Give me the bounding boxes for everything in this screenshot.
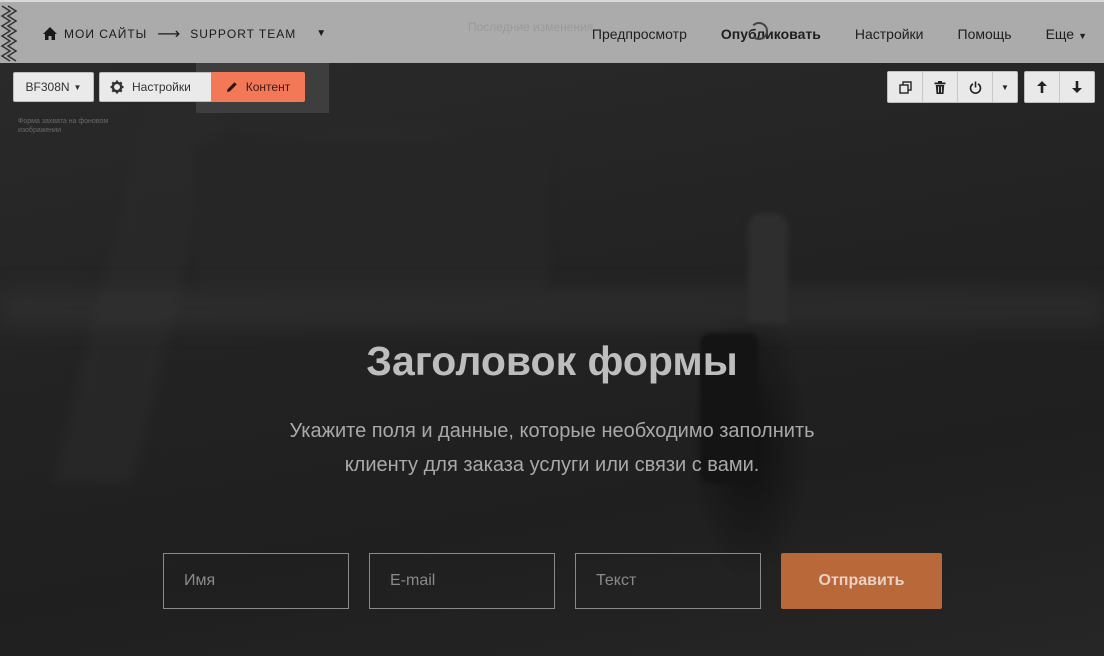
block-settings-label: Настройки — [132, 80, 191, 94]
move-block-down-button[interactable] — [1060, 72, 1094, 102]
breadcrumb-arrow-icon: ⟶ — [157, 25, 181, 43]
help-link[interactable]: Помощь — [941, 26, 1029, 42]
gear-icon — [110, 80, 124, 94]
arrow-up-icon — [1037, 81, 1047, 93]
name-input[interactable] — [163, 553, 349, 609]
duplicate-block-button[interactable] — [888, 72, 923, 102]
top-bar: МОИ САЙТЫ ⟶ SUPPORT TEAM ▼ Последние изм… — [0, 0, 1104, 63]
block-id-label: BF308N — [25, 80, 70, 94]
preview-link[interactable]: Предпросмотр — [575, 26, 704, 42]
move-block-up-button[interactable] — [1025, 72, 1060, 102]
move-block-group — [1024, 71, 1095, 103]
copy-icon — [898, 80, 912, 94]
chevron-down-icon: ▼ — [1001, 82, 1009, 92]
trash-icon — [934, 80, 946, 94]
more-menu-label: Еще — [1045, 25, 1075, 42]
block-id-dropdown[interactable]: BF308N ▼ — [13, 72, 94, 102]
form-subtitle[interactable]: Укажите поля и данные, которые необходим… — [252, 414, 852, 482]
background-box-shape — [195, 141, 550, 291]
home-icon[interactable] — [42, 26, 58, 41]
form-title[interactable]: Заголовок формы — [0, 338, 1104, 385]
breadcrumb-current-site[interactable]: SUPPORT TEAM — [190, 27, 296, 41]
more-menu[interactable]: Еще ▼ — [1029, 26, 1104, 42]
block-settings-button[interactable]: Настройки — [99, 72, 211, 102]
toggle-block-button[interactable] — [958, 72, 993, 102]
breadcrumb: МОИ САЙТЫ ⟶ SUPPORT TEAM ▼ — [42, 2, 326, 65]
text-input[interactable] — [575, 553, 761, 609]
block-caption: Форма захвата на фоновом изображении — [18, 118, 109, 134]
delete-block-button[interactable] — [923, 72, 958, 102]
publish-link[interactable]: Опубликовать — [704, 21, 838, 42]
power-icon — [969, 81, 981, 94]
block-content-label: Контент — [245, 80, 291, 94]
email-input[interactable] — [369, 553, 555, 609]
settings-link[interactable]: Настройки — [838, 26, 941, 42]
background-bottle-shape — [748, 213, 788, 323]
block-actions-toolbar: ▼ — [887, 71, 1095, 103]
breadcrumb-my-sites[interactable]: МОИ САЙТЫ — [64, 27, 147, 41]
more-block-actions-button[interactable]: ▼ — [993, 72, 1017, 102]
block-content-button[interactable]: Контент — [211, 72, 305, 102]
site-dropdown-caret-icon[interactable]: ▼ — [316, 28, 326, 39]
arrow-down-icon — [1072, 81, 1082, 93]
zigzag-logo-icon — [0, 5, 18, 62]
pencil-icon — [226, 82, 237, 92]
chevron-down-icon: ▼ — [73, 82, 82, 92]
chevron-down-icon: ▼ — [1078, 30, 1087, 41]
background-table-edge — [0, 288, 1104, 328]
block-actions-group: ▼ — [887, 71, 1018, 103]
submit-button[interactable]: Отправить — [781, 553, 942, 609]
top-nav: Предпросмотр Опубликовать Настройки Помо… — [575, 2, 1104, 65]
